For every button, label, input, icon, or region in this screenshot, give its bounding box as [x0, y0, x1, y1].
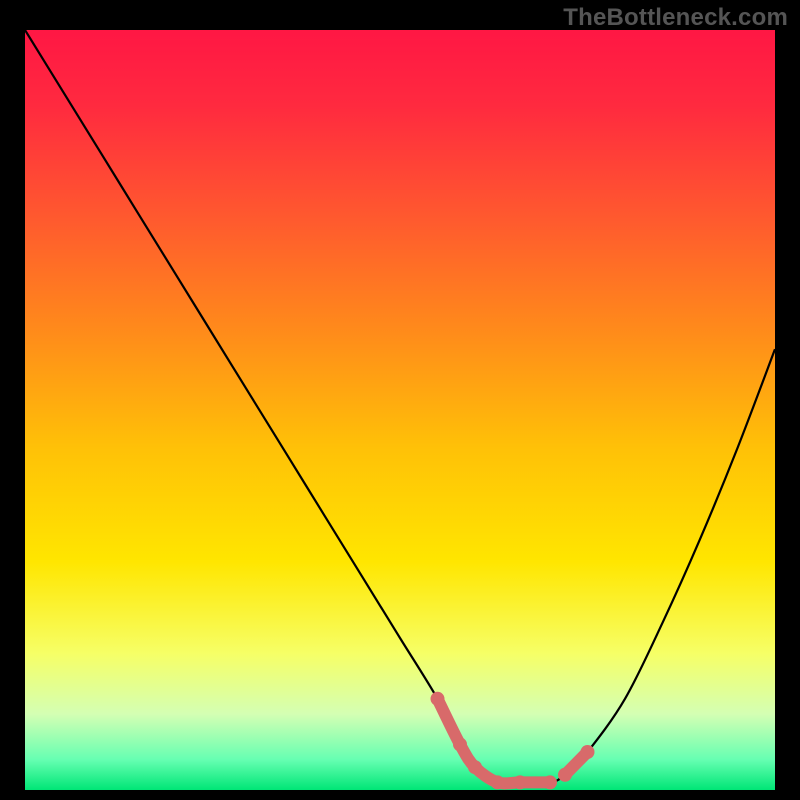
highlight-dot: [558, 768, 572, 782]
chart-svg: [25, 30, 775, 790]
highlight-dot: [581, 745, 595, 759]
gradient-background: [25, 30, 775, 790]
plot-area: [25, 30, 775, 790]
chart-frame: TheBottleneck.com: [0, 0, 800, 800]
highlight-dot: [453, 737, 467, 751]
highlight-dot: [468, 760, 482, 774]
highlight-dot: [491, 775, 505, 789]
attribution-label: TheBottleneck.com: [563, 4, 788, 32]
highlight-dot: [431, 692, 445, 706]
highlight-dot: [543, 775, 557, 789]
highlight-dot: [513, 775, 527, 789]
